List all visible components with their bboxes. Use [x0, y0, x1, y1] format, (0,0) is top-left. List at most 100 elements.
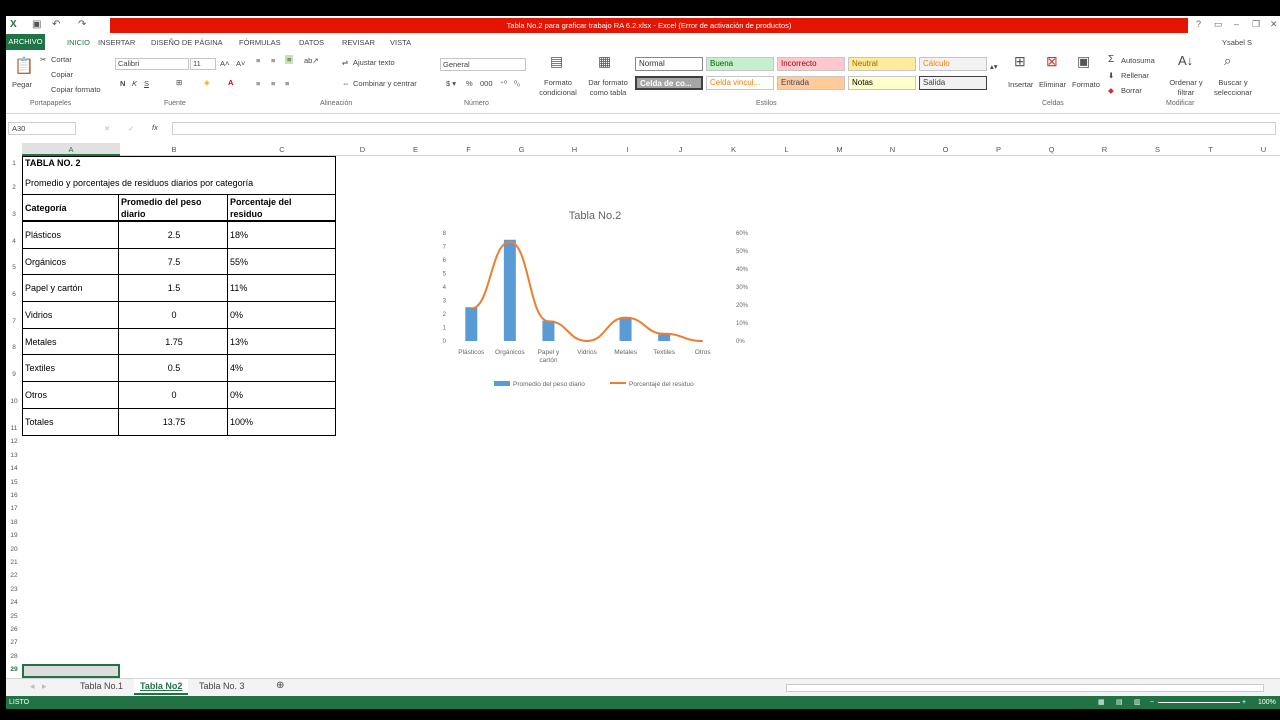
underline-icon[interactable]: S	[144, 79, 149, 88]
undo-icon[interactable]: ↶	[52, 19, 60, 30]
style-salida[interactable]: Salida	[919, 76, 987, 90]
table-cell[interactable]: 13.75	[120, 417, 228, 427]
row-header[interactable]: 28	[6, 653, 22, 663]
zoom-slider[interactable]	[1158, 702, 1240, 703]
tab-datos[interactable]: DATOS	[299, 38, 324, 47]
style-celda-comprobacion[interactable]: Celda de co...	[635, 76, 703, 90]
column-header[interactable]: U	[1237, 143, 1280, 156]
row-header[interactable]: 5	[6, 264, 22, 274]
row-header[interactable]: 27	[6, 639, 22, 649]
formula-input[interactable]	[172, 122, 1276, 135]
row-header[interactable]: 22	[6, 572, 22, 582]
table-cell[interactable]: Papel y cartón	[25, 283, 83, 293]
table-cell[interactable]: 100%	[230, 417, 253, 427]
delete-cells-button[interactable]: Eliminar	[1039, 80, 1066, 89]
align-center-icon[interactable]: ≡	[271, 79, 275, 88]
style-notas[interactable]: Notas	[848, 76, 916, 90]
row-header[interactable]: 19	[6, 532, 22, 542]
row-header[interactable]: 16	[6, 492, 22, 502]
column-header[interactable]: D	[336, 143, 389, 156]
conditional-format-icon[interactable]: ▤	[550, 53, 563, 70]
help-icon[interactable]: ?	[1196, 19, 1201, 29]
align-bottom-icon[interactable]: ≡	[285, 55, 294, 64]
table-cell[interactable]: 55%	[230, 257, 248, 267]
style-neutral[interactable]: Neutral	[848, 57, 916, 71]
tab-insertar[interactable]: INSERTAR	[98, 38, 135, 47]
style-celda-vinculada[interactable]: Celda vincul...	[706, 76, 774, 90]
styles-scroll-icon[interactable]: ▴▾	[990, 62, 998, 71]
paste-button[interactable]: Pegar	[12, 80, 32, 89]
table-cell[interactable]: 4%	[230, 363, 243, 373]
column-header[interactable]: M	[813, 143, 866, 156]
close-icon[interactable]: ✕	[1270, 19, 1278, 30]
name-box[interactable]: A30	[8, 122, 76, 135]
align-left-icon[interactable]: ≡	[256, 79, 260, 88]
find-select-button[interactable]: Buscar y seleccionar	[1208, 78, 1258, 98]
font-size-select[interactable]: 11	[190, 58, 216, 70]
table-cell[interactable]: 0.5	[120, 363, 228, 373]
add-sheet-icon[interactable]: ⊕	[276, 680, 284, 691]
table-cell[interactable]: Plásticos	[25, 230, 61, 240]
format-cells-icon[interactable]: ▣	[1077, 53, 1090, 70]
row-header[interactable]: 25	[6, 613, 22, 623]
row-header[interactable]: 26	[6, 626, 22, 636]
table-cell[interactable]: 18%	[230, 230, 248, 240]
user-name[interactable]: Ysabel S	[1222, 38, 1252, 47]
column-header[interactable]: E	[389, 143, 442, 156]
increase-decimal-icon[interactable]: ⁺⁰	[500, 79, 507, 88]
percent-icon[interactable]: %	[466, 79, 473, 88]
font-grow-icon[interactable]: A˄	[220, 59, 229, 68]
sheet-tab-2[interactable]: Tabla No2	[134, 679, 189, 695]
page-layout-icon[interactable]: ▤	[1116, 696, 1123, 709]
table-cell[interactable]: Otros	[25, 390, 47, 400]
row-header[interactable]: 8	[6, 344, 22, 354]
font-shrink-icon[interactable]: A˅	[236, 59, 245, 68]
table-cell[interactable]: 0%	[230, 310, 243, 320]
merge-icon[interactable]: ⇔	[342, 79, 350, 88]
table-cell[interactable]: 0	[120, 390, 228, 400]
conditional-format-button[interactable]: Formato condicional	[534, 78, 582, 98]
insert-cells-button[interactable]: Insertar	[1008, 80, 1033, 89]
sheet-tab-1[interactable]: Tabla No.1	[80, 681, 123, 691]
format-table-icon[interactable]: ▦	[598, 53, 611, 70]
style-incorrecto[interactable]: Incorrecto	[777, 57, 845, 71]
sort-filter-icon[interactable]: A↓	[1178, 53, 1193, 68]
font-color-icon[interactable]: A	[228, 78, 233, 87]
clear-button[interactable]: Borrar	[1121, 86, 1142, 95]
table-cell[interactable]: Textiles	[25, 363, 55, 373]
format-table-button[interactable]: Dar formato como tabla	[584, 78, 632, 98]
borders-icon[interactable]: ⊞	[176, 78, 182, 87]
zoom-in-icon[interactable]: +	[1242, 696, 1246, 709]
cancel-icon[interactable]: ✕	[104, 124, 110, 133]
enter-icon[interactable]: ✓	[128, 124, 134, 133]
tab-inicio[interactable]: INICIO	[67, 38, 90, 47]
column-header[interactable]: I	[601, 143, 654, 156]
column-header[interactable]: H	[548, 143, 601, 156]
cut-button[interactable]: Cortar	[51, 55, 72, 64]
column-header[interactable]: G	[495, 143, 548, 156]
copy-button[interactable]: Copiar	[51, 70, 73, 79]
align-right-icon[interactable]: ≡	[285, 79, 289, 88]
format-cells-button[interactable]: Formato	[1072, 80, 1100, 89]
row-header[interactable]: 9	[6, 371, 22, 381]
column-header[interactable]: L	[760, 143, 813, 156]
column-header[interactable]: P	[972, 143, 1025, 156]
row-header[interactable]: 18	[6, 519, 22, 529]
column-header[interactable]: K	[707, 143, 760, 156]
table-cell[interactable]: 13%	[230, 337, 248, 347]
tab-formulas[interactable]: FÓRMULAS	[239, 38, 281, 47]
column-header[interactable]: R	[1078, 143, 1131, 156]
column-header[interactable]: B	[120, 143, 228, 156]
row-header[interactable]: 2	[6, 184, 22, 194]
style-buena[interactable]: Buena	[706, 57, 774, 71]
column-header[interactable]: F	[442, 143, 495, 156]
fill-button[interactable]: Rellenar	[1121, 71, 1149, 80]
format-painter-button[interactable]: Copiar formato	[51, 85, 101, 94]
column-header[interactable]: A	[22, 143, 120, 156]
orientation-icon[interactable]: ab↗	[304, 56, 319, 65]
insert-cells-icon[interactable]: ⊞	[1014, 53, 1026, 70]
normal-view-icon[interactable]: ▦	[1098, 696, 1105, 709]
minimize-icon[interactable]: –	[1234, 19, 1239, 29]
row-header[interactable]: 11	[6, 425, 22, 435]
row-header[interactable]: 14	[6, 465, 22, 475]
